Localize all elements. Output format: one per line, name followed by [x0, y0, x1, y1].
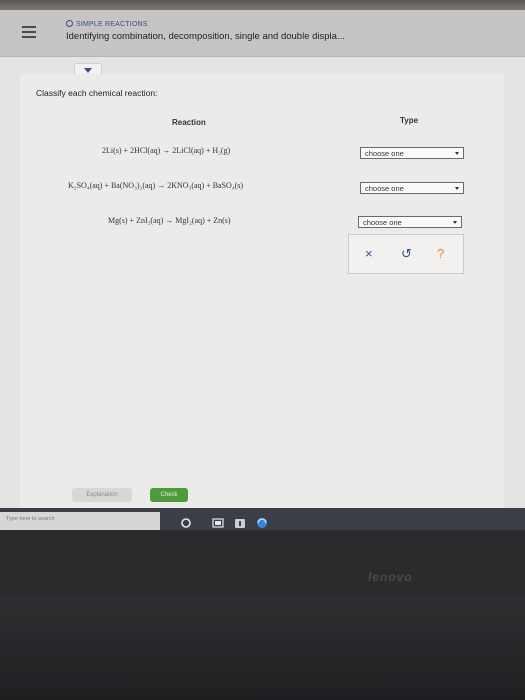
- explanation-button[interactable]: Explanation: [72, 488, 132, 502]
- taskbar: Type here to search: [0, 508, 525, 530]
- laptop-keyboard: [0, 596, 525, 700]
- check-button[interactable]: Check: [150, 488, 188, 502]
- question-panel: Classify each chemical reaction: Reactio…: [20, 74, 504, 530]
- lenovo-logo: lenovo: [368, 570, 413, 584]
- task-view-icon[interactable]: [212, 517, 224, 529]
- reaction-3: Mg(s) + ZnI₂(aq) → MgI₂(aq) + Zn(s): [108, 216, 231, 225]
- cortana-icon[interactable]: [180, 517, 192, 529]
- undo-icon[interactable]: ↺: [401, 246, 412, 262]
- menu-icon[interactable]: [22, 26, 36, 38]
- triangle-down-icon: [84, 68, 92, 73]
- question-prompt: Classify each chemical reaction:: [36, 88, 158, 98]
- taskbar-search[interactable]: Type here to search: [0, 512, 160, 530]
- app-header: SIMPLE REACTIONS Identifying combination…: [0, 10, 525, 57]
- answer-tools: × ↺ ?: [348, 234, 464, 274]
- dropdown-caret-icon: [455, 187, 459, 190]
- screen: SIMPLE REACTIONS Identifying combination…: [0, 10, 525, 530]
- reaction-column-header: Reaction: [172, 118, 206, 127]
- browser-icon[interactable]: [256, 517, 268, 529]
- reaction-1: 2Li(s) + 2HCl(aq) → 2LiCl(aq) + H₂(g): [102, 146, 231, 155]
- reaction-2: K₂SO₄(aq) + Ba(NO₃)₂(aq) → 2KNO₃(aq) + B…: [68, 181, 244, 190]
- topic-label: SIMPLE REACTIONS: [66, 20, 148, 28]
- circle-icon: [66, 20, 73, 27]
- type-select-3[interactable]: choose one: [358, 216, 462, 228]
- type-select-2[interactable]: choose one: [360, 182, 464, 194]
- page-title: Identifying combination, decomposition, …: [66, 31, 345, 42]
- store-icon[interactable]: [234, 517, 246, 529]
- type-column-header: Type: [400, 116, 419, 125]
- help-icon[interactable]: ?: [437, 246, 444, 261]
- dropdown-caret-icon: [453, 221, 457, 224]
- dropdown-caret-icon: [455, 152, 459, 155]
- clear-icon[interactable]: ×: [365, 246, 373, 261]
- type-select-1[interactable]: choose one: [360, 147, 464, 159]
